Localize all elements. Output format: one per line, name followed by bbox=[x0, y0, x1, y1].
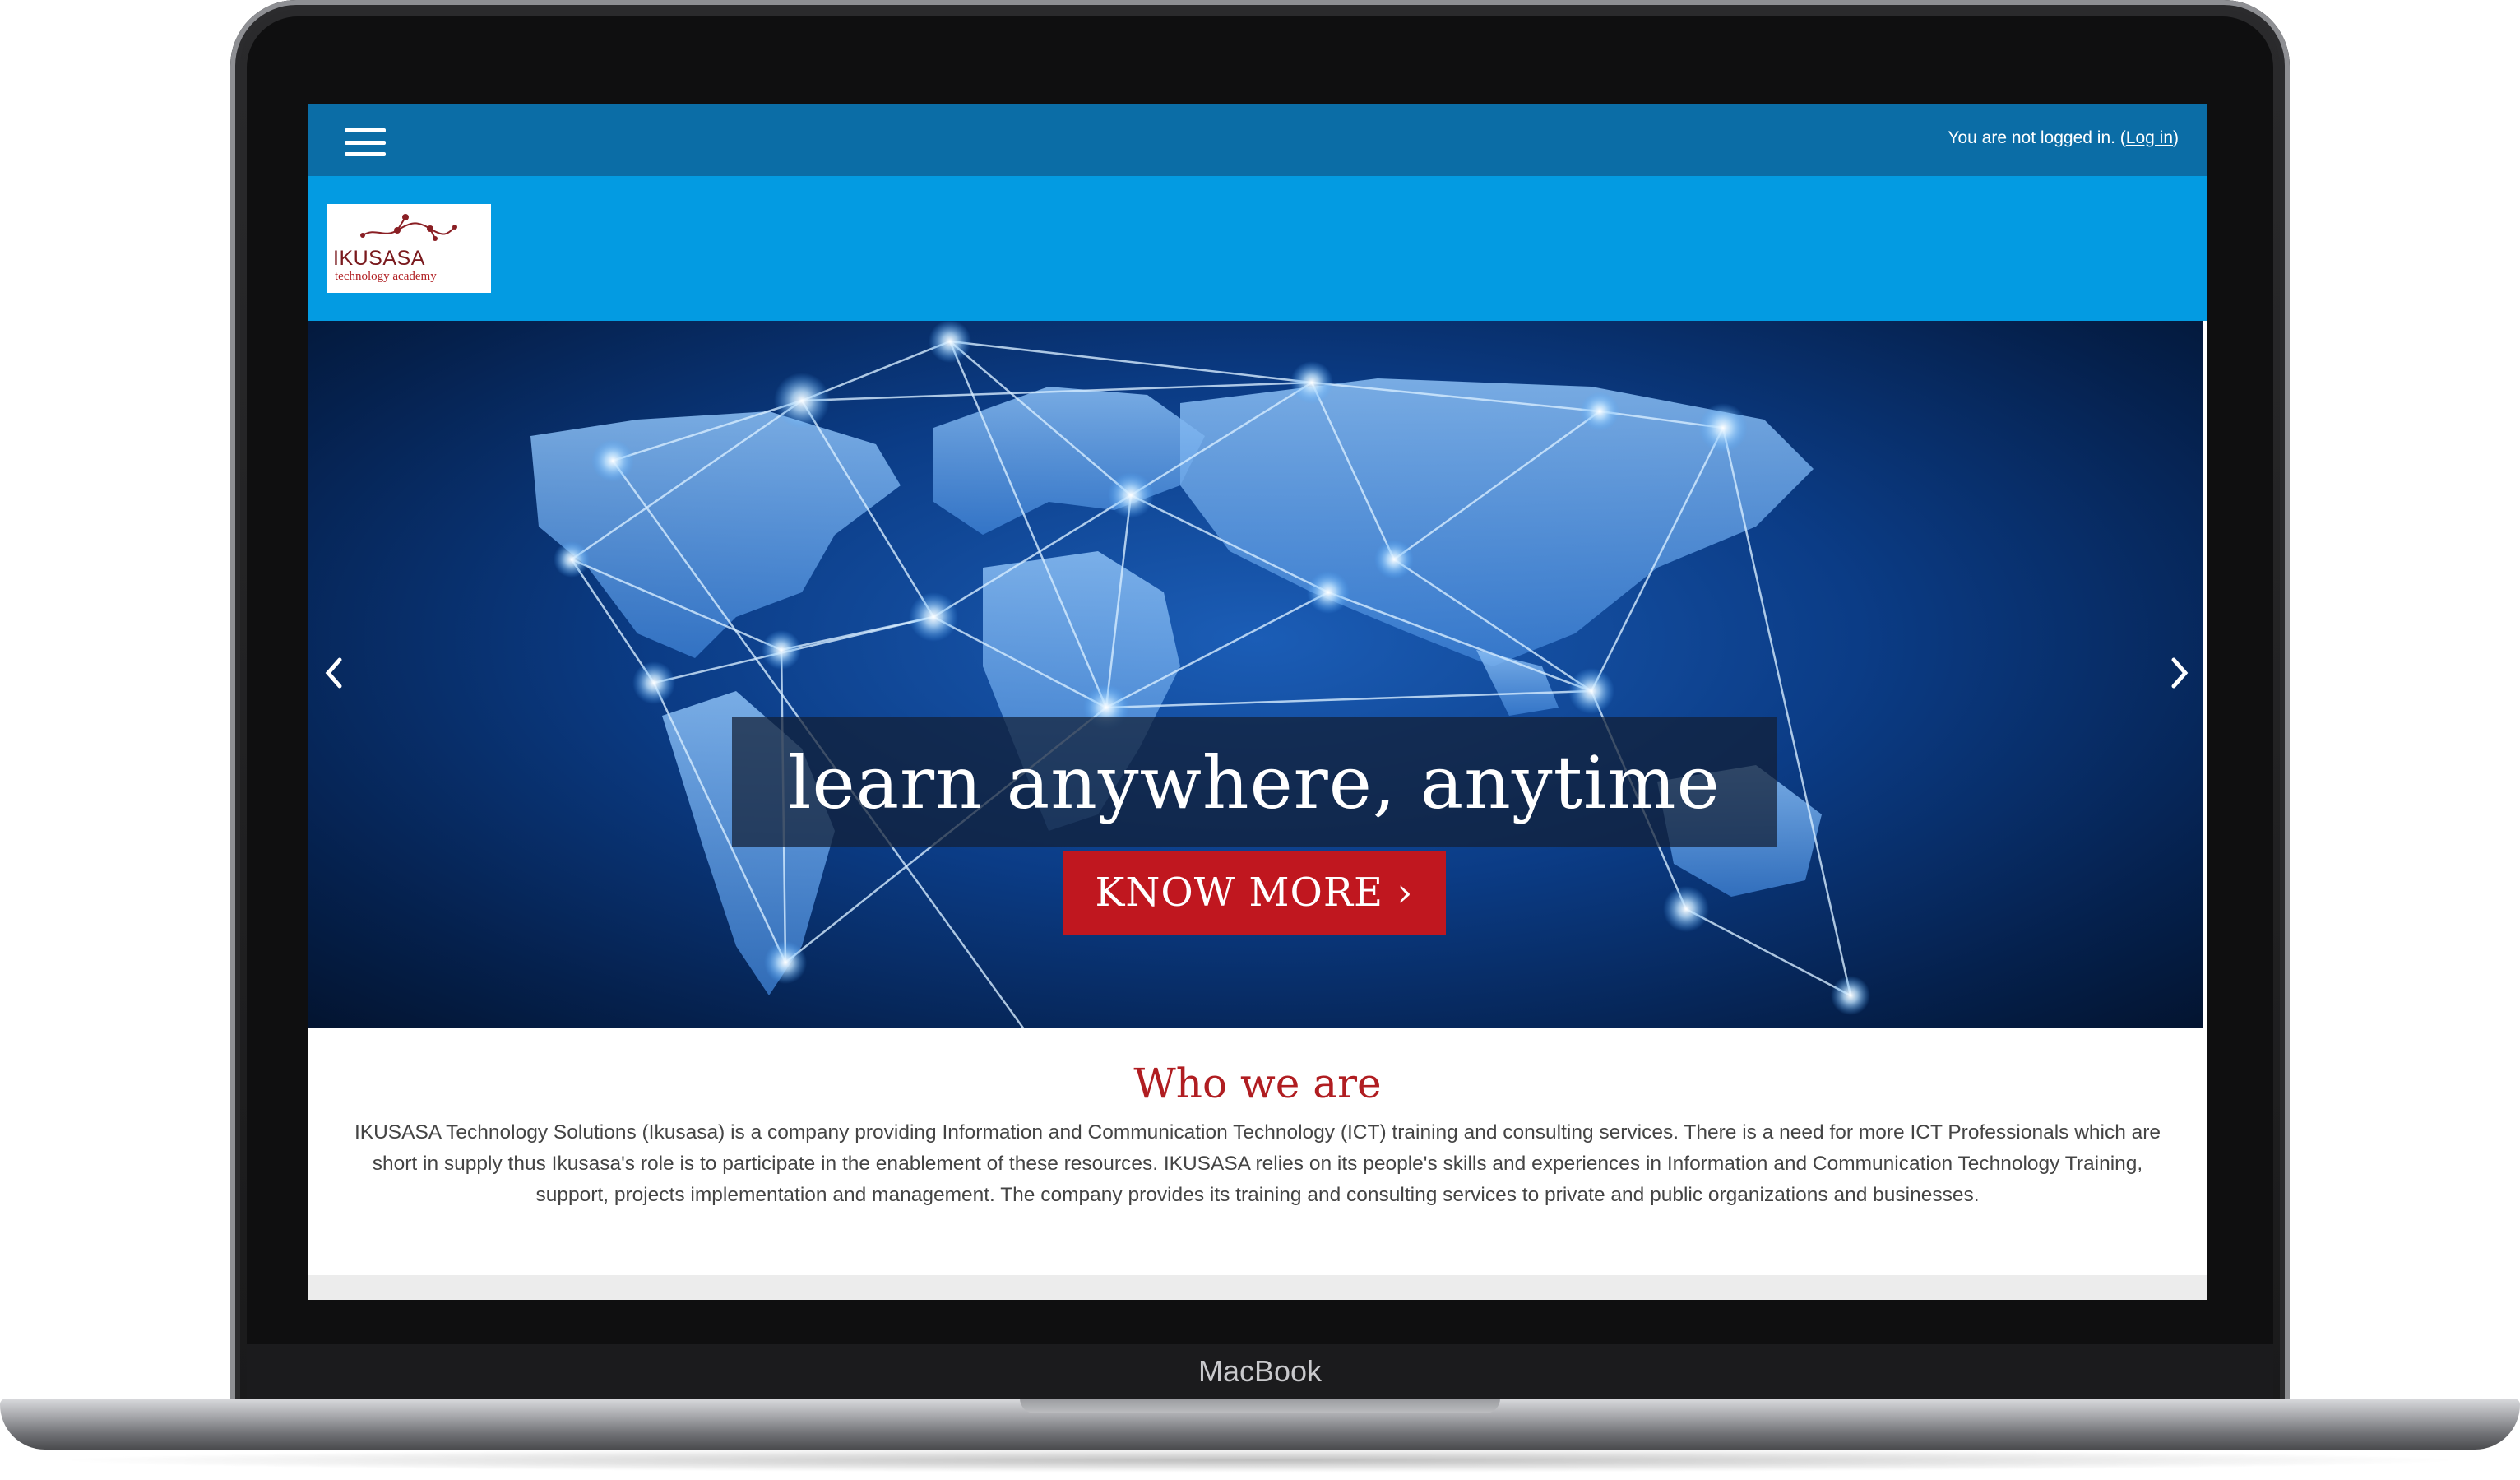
logo-name: IKUSASA bbox=[333, 247, 425, 270]
logo-subtitle: technology academy bbox=[335, 270, 437, 283]
who-we-are-section: Who we are IKUSASA Technology Solutions … bbox=[308, 1028, 2207, 1300]
laptop-shadow bbox=[49, 1448, 2471, 1473]
section-title: Who we are bbox=[1133, 1060, 1382, 1107]
site-header: IKUSASA technology academy bbox=[308, 176, 2207, 321]
know-more-button[interactable]: KNOW MORE › bbox=[1063, 851, 1446, 935]
chevron-left-icon[interactable] bbox=[317, 650, 350, 696]
section-divider bbox=[308, 1275, 2207, 1300]
laptop-opening-notch bbox=[1020, 1399, 1500, 1413]
chevron-right-icon[interactable] bbox=[2164, 650, 2197, 696]
hamburger-icon[interactable] bbox=[345, 128, 386, 156]
hero-caption-box: learn anywhere, anytime bbox=[732, 717, 1777, 847]
section-body-text: IKUSASA Technology Solutions (Ikusasa) i… bbox=[354, 1121, 2161, 1206]
browser-screen: You are not logged in. (Log in) IKUSASA … bbox=[308, 104, 2207, 1300]
login-link[interactable]: Log in bbox=[2126, 128, 2173, 147]
hero-carousel: learn anywhere, anytime KNOW MORE › bbox=[308, 321, 2203, 1028]
logo-network-graphic bbox=[360, 214, 457, 241]
login-status-suffix: ) bbox=[2173, 128, 2179, 147]
site-logo[interactable]: IKUSASA technology academy bbox=[327, 204, 491, 293]
device-brand-label: MacBook bbox=[1197, 1354, 1323, 1388]
login-status-text: You are not logged in. ( bbox=[1948, 128, 2126, 147]
top-navbar: You are not logged in. (Log in) bbox=[308, 104, 2207, 176]
login-status: You are not logged in. (Log in) bbox=[1948, 128, 2179, 148]
hero-caption: learn anywhere, anytime bbox=[788, 740, 1721, 825]
